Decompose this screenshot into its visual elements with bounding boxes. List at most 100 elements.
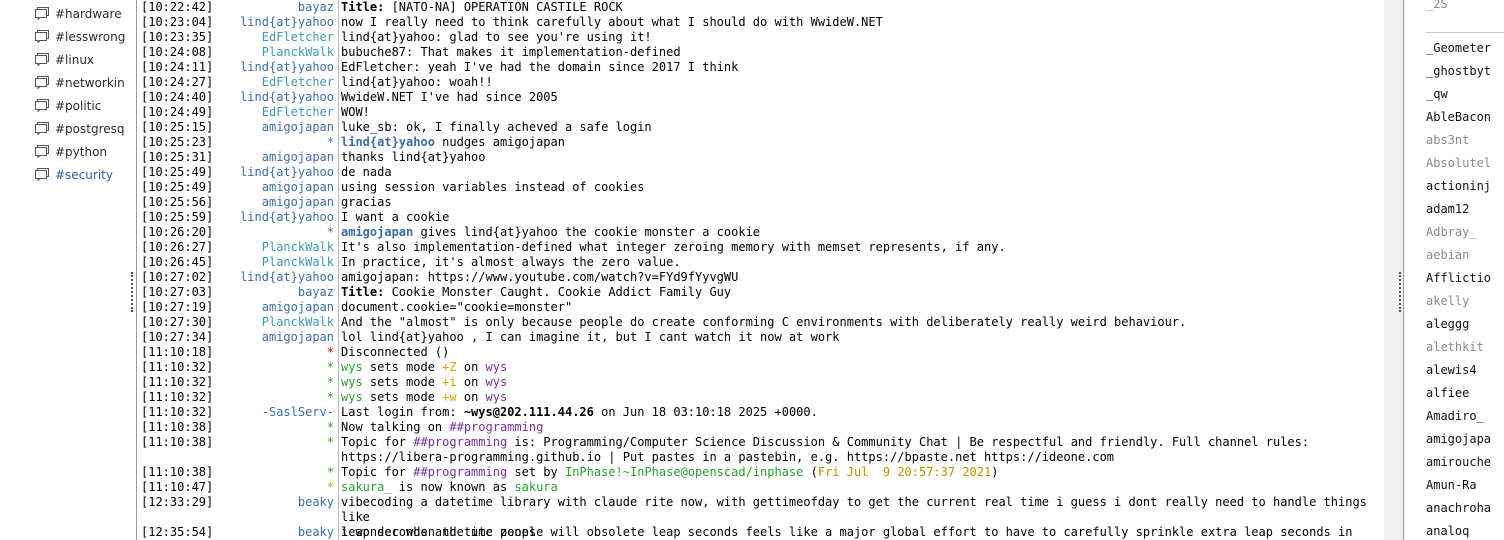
user-list-item[interactable]: anachroha: [1426, 499, 1491, 517]
nick[interactable]: lind{at}yahoo: [240, 165, 334, 180]
message-text: de nada: [341, 165, 1376, 180]
user-list-item[interactable]: amirouche: [1426, 453, 1491, 471]
timestamp: [10:23:35]: [141, 30, 214, 44]
nick[interactable]: *: [327, 480, 334, 495]
nick[interactable]: amigojapan: [262, 195, 334, 210]
channel-item[interactable]: #lesswrong: [34, 28, 125, 46]
nick[interactable]: *: [327, 420, 334, 435]
message-segment: ##programming: [413, 435, 508, 449]
message-text: wys sets mode +i on wys: [341, 375, 1376, 390]
nick[interactable]: *: [327, 375, 334, 390]
message-segment: sakura_: [341, 480, 392, 494]
user-list: _2S _Geometer _ghostbyt _qw AbleBacon abs3nt A…: [1403, 0, 1504, 540]
user-list-item[interactable]: analoq: [1426, 522, 1469, 540]
user-list-item[interactable]: alethkit: [1426, 338, 1484, 356]
user-list-item[interactable]: amigojapa: [1426, 430, 1491, 448]
nick[interactable]: amigojapan: [262, 180, 334, 195]
message-segment: wys: [341, 360, 363, 374]
nick[interactable]: PlanckWalk: [262, 45, 334, 60]
user-list-item[interactable]: _ghostbyt: [1426, 62, 1491, 80]
message-text: It's also implementation-defined what in…: [341, 240, 1376, 255]
message-segment: lol lind{at}yahoo , I can imagine it, bu…: [341, 330, 840, 344]
nick-column-divider[interactable]: [338, 0, 339, 540]
nick[interactable]: *: [327, 465, 334, 480]
user-list-item[interactable]: AbleBacon: [1426, 108, 1491, 126]
nick[interactable]: bayaz: [298, 0, 334, 15]
message-text: sakura_ is now known as sakura: [341, 480, 1376, 495]
nick[interactable]: lind{at}yahoo: [240, 90, 334, 105]
chat-bubble-icon: [34, 75, 50, 90]
user-list-item[interactable]: abs3nt: [1426, 131, 1469, 149]
nick[interactable]: beaky: [298, 495, 334, 510]
message-segment: i wonder when the utc people will obsole…: [341, 525, 1353, 539]
nick[interactable]: amigojapan: [262, 330, 334, 345]
chat-bubble-icon: [34, 144, 50, 159]
user-list-item[interactable]: Amun-Ra: [1426, 476, 1477, 494]
user-list-item[interactable]: _Geometer: [1426, 39, 1491, 57]
chat-bubble-icon: [34, 121, 50, 136]
user-list-item[interactable]: actioninj: [1426, 177, 1491, 195]
message-segment: ): [991, 465, 999, 479]
message-segment: amigojapan: https://www.youtube.com/watc…: [341, 270, 739, 284]
nick[interactable]: amigojapan: [262, 150, 334, 165]
nick[interactable]: *: [327, 360, 334, 375]
user-list-item[interactable]: Adbray_: [1426, 223, 1477, 241]
nick[interactable]: lind{at}yahoo: [240, 210, 334, 225]
user-list-item[interactable]: alewis4: [1426, 361, 1477, 379]
message-text: WwideW.NET I've had since 2005: [341, 90, 1376, 105]
user-list-item[interactable]: Absolutel: [1426, 154, 1491, 172]
chat-log[interactable]: [10:22:42] bayaz Title: [NATO-NA] OPERATIO…: [136, 0, 1385, 540]
nick[interactable]: lind{at}yahoo: [240, 270, 334, 285]
user-list-item[interactable]: aebian: [1426, 246, 1469, 264]
nick[interactable]: PlanckWalk: [262, 240, 334, 255]
message-text: Title: Cookie Monster Caught. Cookie Add…: [341, 285, 1376, 300]
channel-item[interactable]: #python: [34, 143, 107, 161]
message-segment: Topic for: [341, 435, 414, 449]
resize-grip-left[interactable]: [131, 272, 135, 312]
channel-name: #linux: [55, 53, 95, 67]
message-segment: is now known as: [391, 480, 515, 494]
nick[interactable]: bayaz: [298, 285, 334, 300]
user-list-item[interactable]: _2S: [1426, 0, 1448, 13]
nick[interactable]: *: [327, 135, 334, 150]
user-list-item[interactable]: akelly: [1426, 292, 1469, 310]
nick[interactable]: lind{at}yahoo: [240, 15, 334, 30]
channel-item[interactable]: #hardware: [34, 5, 122, 23]
message-segment: sets mode: [362, 375, 443, 389]
nick[interactable]: EdFletcher: [262, 105, 334, 120]
nick[interactable]: *: [327, 345, 334, 360]
nick[interactable]: -SaslServ-: [262, 405, 334, 420]
channel-item[interactable]: #networkin: [34, 74, 125, 92]
nick[interactable]: *: [327, 225, 334, 240]
timestamp: [10:25:15]: [141, 120, 214, 134]
nick[interactable]: PlanckWalk: [262, 315, 334, 330]
channel-name: #networkin: [55, 76, 125, 90]
nick[interactable]: EdFletcher: [262, 75, 334, 90]
nick[interactable]: EdFletcher: [262, 30, 334, 45]
nick[interactable]: *: [327, 435, 334, 450]
message-segment: nudges amigojapan: [434, 135, 565, 149]
chat-scroll-area[interactable]: [1384, 0, 1403, 540]
channel-item[interactable]: #postgresq: [34, 120, 125, 138]
timestamp: [10:24:40]: [141, 90, 214, 104]
message-text: Last login from: ~wys@202.111.44.26 on J…: [341, 405, 1376, 420]
user-list-item[interactable]: alfiee: [1426, 384, 1469, 402]
nick[interactable]: amigojapan: [262, 120, 334, 135]
nick[interactable]: *: [327, 390, 334, 405]
user-list-item[interactable]: Amadiro_: [1426, 407, 1484, 425]
channel-item[interactable]: #linux: [34, 51, 94, 69]
nick[interactable]: PlanckWalk: [262, 255, 334, 270]
user-list-item[interactable]: aleggg: [1426, 315, 1469, 333]
nick[interactable]: amigojapan: [262, 300, 334, 315]
timestamp: [11:10:18]: [141, 345, 214, 359]
user-list-item[interactable]: Afflictio: [1426, 269, 1491, 287]
message-text: WOW!: [341, 105, 1376, 120]
nick[interactable]: lind{at}yahoo: [240, 60, 334, 75]
nick[interactable]: beaky: [298, 525, 334, 540]
channel-item[interactable]: #politic: [34, 97, 101, 115]
user-list-item[interactable]: adam12: [1426, 200, 1469, 218]
timestamp: [10:25:56]: [141, 195, 214, 209]
chat-bubble-icon: [34, 29, 50, 44]
channel-item[interactable]: #security: [34, 166, 113, 184]
user-list-item[interactable]: _qw: [1426, 85, 1448, 103]
